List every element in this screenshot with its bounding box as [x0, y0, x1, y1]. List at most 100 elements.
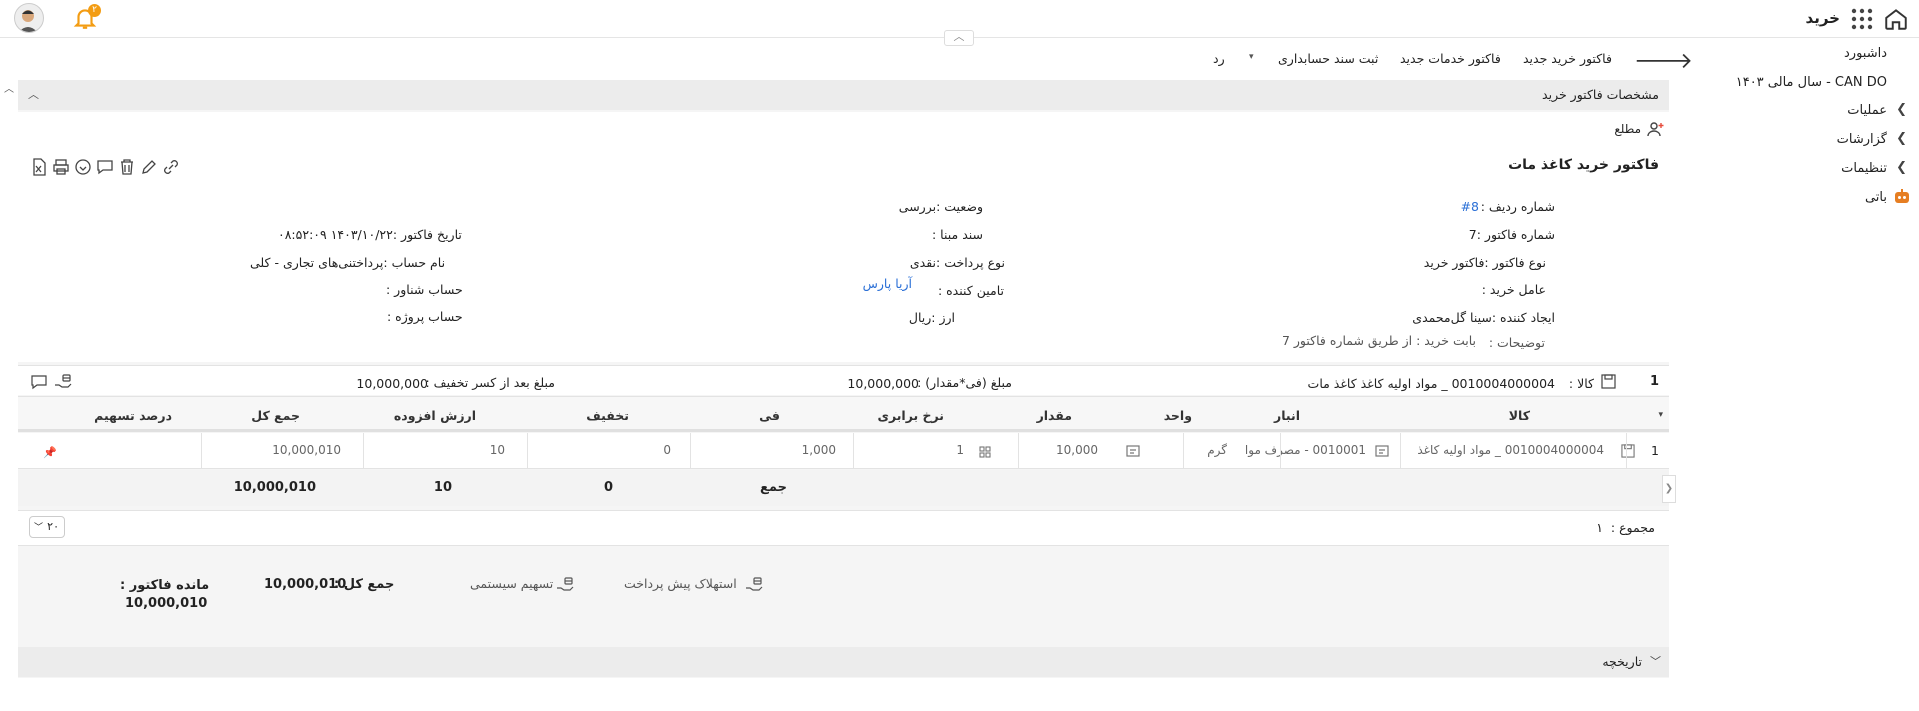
description-label: توضیحات : [1488, 335, 1545, 350]
col-quantity[interactable]: مقدار [1037, 408, 1072, 423]
cell-goods: 0010004000004 _ مواد اولیه کاغذ [1417, 443, 1604, 457]
row-index: 1 [1651, 443, 1659, 458]
cell-vat: 10 [489, 443, 505, 457]
print-icon[interactable] [52, 158, 70, 176]
box-icon[interactable] [1126, 444, 1140, 458]
add-user-icon[interactable] [1646, 120, 1664, 138]
link-icon[interactable] [162, 158, 180, 176]
system-share[interactable]: تسهیم سیستمی [470, 576, 553, 591]
share-hand-icon[interactable] [54, 373, 72, 391]
more-dropdown-icon[interactable]: ▾ [1249, 52, 1254, 62]
pin-icon[interactable]: 📌 [43, 446, 57, 459]
home-icon[interactable] [1883, 6, 1909, 32]
minus-circle-icon[interactable] [74, 158, 92, 176]
amount-value: 10,000,000 [847, 376, 919, 391]
purchase-agent: عامل خرید : [1481, 282, 1546, 297]
col-share[interactable]: درصد تسهیم [94, 408, 172, 423]
col-goods[interactable]: کالا [1509, 408, 1530, 423]
apps-grid-icon[interactable] [1851, 8, 1873, 30]
col-price[interactable]: فی [759, 408, 780, 423]
history-body [18, 678, 1669, 711]
history-label[interactable]: تاریخچه [1602, 654, 1642, 669]
new-purchase-invoice-button[interactable]: فاکتور خرید جدید [1523, 51, 1612, 66]
system-share-icon[interactable] [556, 576, 574, 594]
section-title: مشخصات فاکتور خرید [1542, 87, 1659, 102]
col-rate[interactable]: نرخ برابری [877, 408, 944, 423]
item-index: 1 [1649, 374, 1659, 389]
collapse-header-handle[interactable]: ︿ [944, 30, 974, 46]
page-size-value: ۲۰ [47, 520, 59, 533]
invoice-number: شماره فاکتور :7 [1468, 227, 1555, 242]
chevron-down-icon: ﹀ [34, 523, 44, 533]
pager-bar [18, 510, 1669, 546]
excel-icon[interactable] [30, 158, 48, 176]
chevron-right-icon: ❯ [1896, 102, 1907, 117]
sidebar-item-dashboard[interactable]: داشبورد [1844, 46, 1887, 61]
sidebar-item-settings[interactable]: تنظیمات [1841, 161, 1887, 176]
row-number-link[interactable]: #8 [1461, 199, 1479, 214]
avatar[interactable] [14, 3, 44, 33]
col-total[interactable]: جمع کل [251, 408, 300, 423]
amount-label: مبلغ (فی*مقدار) : [917, 375, 1012, 390]
sum-vat: 10 [433, 480, 452, 495]
prepayment-icon[interactable] [745, 576, 763, 594]
col-unit[interactable]: واحد [1164, 408, 1192, 423]
remaining-value: 10,000,010 [125, 596, 208, 611]
floating-account: حساب شناور : [386, 282, 463, 297]
sidebar-item-operations[interactable]: عملیات [1847, 103, 1887, 118]
accounting-doc-button[interactable]: ثبت سند حسابداری [1278, 51, 1378, 66]
chevron-up-icon[interactable]: ︿ [28, 86, 39, 102]
invoice-title: فاکتور خرید کاغذ مات [1508, 157, 1659, 173]
cell-price: 1,000 [801, 443, 836, 457]
trash-icon[interactable] [118, 158, 136, 176]
cell-quantity: 10,000 [1056, 443, 1098, 457]
action-icons [30, 158, 180, 178]
comment-icon[interactable] [30, 373, 48, 391]
sum-discount: 0 [603, 480, 613, 495]
chevron-down-icon[interactable]: ﹀ [1650, 653, 1661, 669]
save-item-icon[interactable] [1621, 444, 1635, 458]
sidebar-item-fiscal-year[interactable]: CAN DO - سال مالی ۱۴۰۳ [1736, 75, 1887, 90]
sidebar-item-reports[interactable]: گزارشات [1837, 132, 1887, 147]
informed-label[interactable]: مطلع [1614, 122, 1641, 136]
total-count-label: مجموع : [1610, 520, 1655, 535]
base-doc: سند مبنا : [931, 227, 983, 242]
after-discount-label: مبلغ بعد از کسر تخفیف : [425, 375, 556, 390]
table-menu-icon[interactable]: ▾ [1658, 410, 1663, 420]
box-icon[interactable] [1375, 444, 1389, 458]
comment-icon[interactable] [96, 158, 114, 176]
account-name: نام حساب :پرداختنی‌های تجاری - کلی [250, 255, 446, 270]
col-warehouse[interactable]: انبار [1274, 408, 1300, 423]
currency: ارز :ریال [908, 310, 955, 325]
new-service-invoice-button[interactable]: فاکتور خدمات جدید [1400, 51, 1501, 66]
reject-button[interactable]: رد [1213, 51, 1225, 66]
col-vat[interactable]: ارزش افزوده [394, 408, 476, 423]
chevron-right-icon: ❯ [1896, 131, 1907, 146]
bot-icon [1893, 188, 1911, 206]
goods-value: 0010004000004 _ مواد اولیه کاغذ کاغذ مات [1307, 376, 1555, 391]
section-header [18, 80, 1669, 110]
app-title: خرید [1805, 9, 1840, 27]
cell-discount: 0 [663, 443, 671, 457]
cell-rate: 1 [956, 443, 964, 457]
history-header[interactable] [18, 647, 1669, 677]
expand-side-icon[interactable]: ❮ [1662, 475, 1676, 503]
status: وضعیت :بررسی [898, 199, 983, 214]
description-value: بابت خرید : از طریق شماره فاکتور 7 [1281, 333, 1476, 348]
back-arrow-icon[interactable]: 🡒 [1634, 48, 1693, 74]
save-item-icon[interactable] [1601, 374, 1616, 389]
cell-total: 10,000,010 [272, 443, 341, 457]
edit-icon[interactable] [140, 158, 158, 176]
prepayment-amortization[interactable]: استهلاک پیش پرداخت [624, 576, 737, 591]
goods-label: کالا : [1568, 376, 1594, 391]
payment-type: نوع پرداخت :نقدی [909, 255, 1005, 270]
page-size-select[interactable]: ۲۰ ﹀ [29, 516, 65, 538]
grid-icon[interactable] [979, 446, 991, 458]
sidebar-item-bot[interactable]: باتی [1865, 190, 1887, 205]
supplier-link[interactable]: آریا پارس [863, 276, 912, 291]
chevron-right-icon: ❯ [1896, 160, 1907, 175]
sum-total: 10,000,010 [233, 480, 316, 495]
col-discount[interactable]: تخفیف [586, 408, 629, 423]
collapse-left-icon[interactable]: ︿ [4, 80, 14, 95]
invoice-date: تاریخ فاکتور :۱۴۰۳/۱۰/۲۲ ۰۸:۵۲:۰۹ [278, 227, 462, 242]
